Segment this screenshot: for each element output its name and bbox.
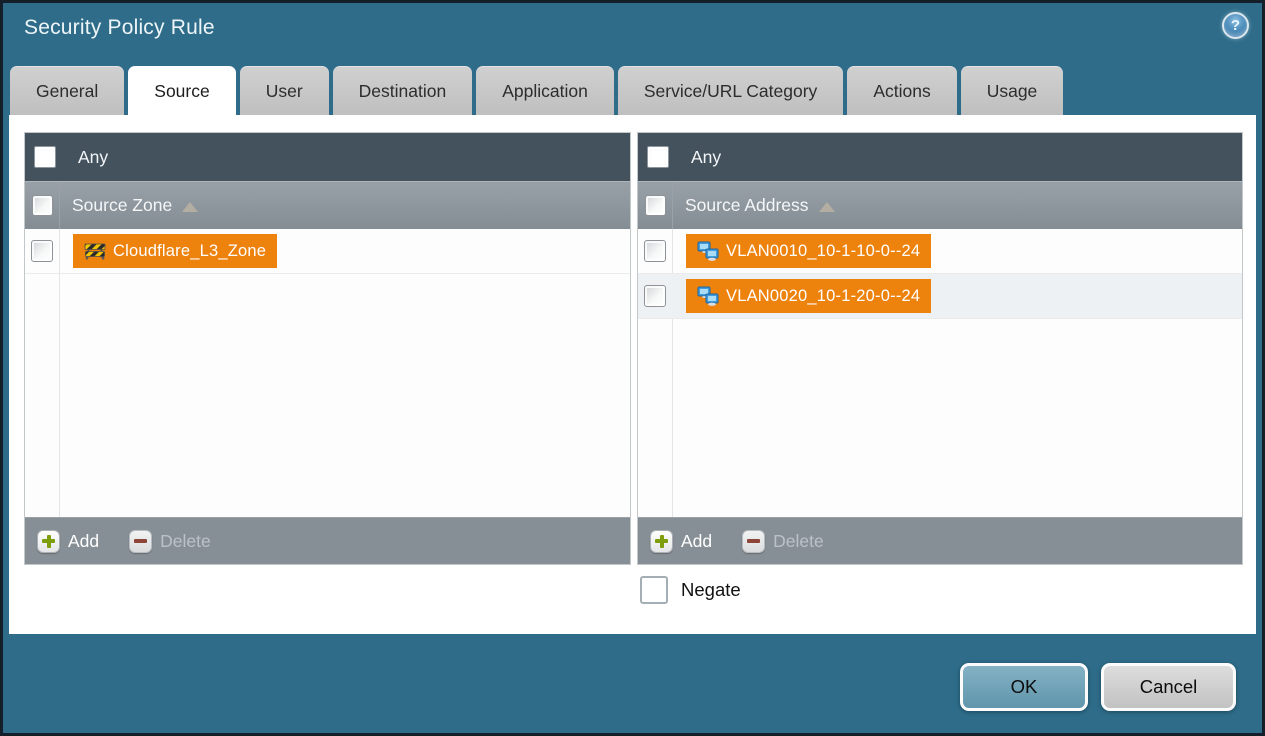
tab-content-source: Any Source Zone Cloudflare_L3_Zone Add D… [9, 115, 1256, 634]
add-icon [650, 529, 673, 553]
tab-source[interactable]: Source [128, 66, 236, 115]
negate-option: Negate [640, 576, 741, 604]
source-address-panel: Any Source Address VLAN0010_10-1-10-0--2… [637, 132, 1243, 565]
source-address-name: VLAN0010_10-1-10-0--24 [726, 241, 921, 260]
cancel-button[interactable]: Cancel [1101, 663, 1236, 711]
source-address-column-sort[interactable]: Source Address [672, 182, 1242, 229]
ok-button[interactable]: OK [960, 663, 1088, 711]
source-address-tag[interactable]: VLAN0020_10-1-20-0--24 [686, 279, 932, 313]
source-zone-add-button[interactable]: Add [37, 529, 99, 553]
source-address-any-label: Any [691, 146, 722, 167]
source-zone-column-sort[interactable]: Source Zone [59, 182, 630, 229]
delete-icon [742, 529, 766, 553]
tab-application[interactable]: Application [476, 66, 614, 115]
negate-label: Negate [681, 579, 741, 600]
source-zone-panel: Any Source Zone Cloudflare_L3_Zone Add D… [24, 132, 631, 565]
source-zone-name: Cloudflare_L3_Zone [113, 241, 267, 260]
address-icon [697, 286, 719, 306]
security-policy-rule-dialog: Security Policy Rule ? General Source Us… [0, 0, 1265, 736]
source-zone-column-label: Source Zone [72, 195, 173, 215]
source-address-row[interactable]: VLAN0010_10-1-10-0--24 [638, 229, 1242, 274]
source-address-any-header: Any [638, 133, 1242, 181]
tab-actions[interactable]: Actions [847, 66, 957, 115]
address-icon [697, 241, 719, 261]
source-address-column-header: Source Address [638, 181, 1242, 229]
help-button[interactable]: ? [1222, 12, 1249, 39]
source-address-tag[interactable]: VLAN0010_10-1-10-0--24 [686, 234, 932, 268]
tab-destination[interactable]: Destination [332, 66, 473, 115]
source-address-name: VLAN0020_10-1-20-0--24 [726, 286, 921, 305]
source-address-any-checkbox[interactable] [647, 146, 669, 168]
tab-bar: General Source User Destination Applicat… [10, 66, 1064, 115]
sort-ascending-icon [818, 201, 835, 212]
source-address-select-all-checkbox[interactable] [644, 195, 666, 216]
source-address-row-checkbox[interactable] [644, 240, 666, 262]
tab-general[interactable]: General [10, 66, 125, 115]
help-icon: ? [1230, 17, 1241, 34]
source-zone-any-checkbox[interactable] [34, 146, 56, 168]
source-zone-column-header: Source Zone [25, 181, 630, 229]
source-address-delete-button[interactable]: Delete [742, 529, 824, 553]
source-zone-tag[interactable]: Cloudflare_L3_Zone [73, 234, 278, 268]
source-zone-footer: Add Delete [25, 517, 630, 564]
source-zone-row-checkbox[interactable] [31, 240, 53, 262]
delete-icon [129, 529, 153, 553]
source-zone-select-all-checkbox[interactable] [31, 195, 53, 216]
tab-user[interactable]: User [239, 66, 329, 115]
source-zone-any-header: Any [25, 133, 630, 181]
negate-checkbox[interactable] [640, 576, 668, 604]
source-zone-delete-button[interactable]: Delete [129, 529, 211, 553]
add-icon [37, 529, 60, 553]
tab-service-url-category[interactable]: Service/URL Category [617, 66, 844, 115]
tab-usage[interactable]: Usage [960, 66, 1064, 115]
zone-icon [84, 243, 106, 260]
source-address-row-checkbox[interactable] [644, 285, 666, 307]
source-address-column-label: Source Address [685, 195, 809, 215]
source-address-footer: Add Delete [638, 517, 1242, 564]
sort-ascending-icon [182, 201, 199, 212]
source-zone-list: Cloudflare_L3_Zone [25, 229, 630, 517]
dialog-title: Security Policy Rule [24, 16, 215, 39]
source-address-add-button[interactable]: Add [650, 529, 712, 553]
source-address-list: VLAN0010_10-1-10-0--24 VLAN0020_10-1-20-… [638, 229, 1242, 517]
source-zone-any-label: Any [78, 146, 109, 167]
source-zone-row[interactable]: Cloudflare_L3_Zone [25, 229, 630, 274]
source-address-row[interactable]: VLAN0020_10-1-20-0--24 [638, 274, 1242, 319]
